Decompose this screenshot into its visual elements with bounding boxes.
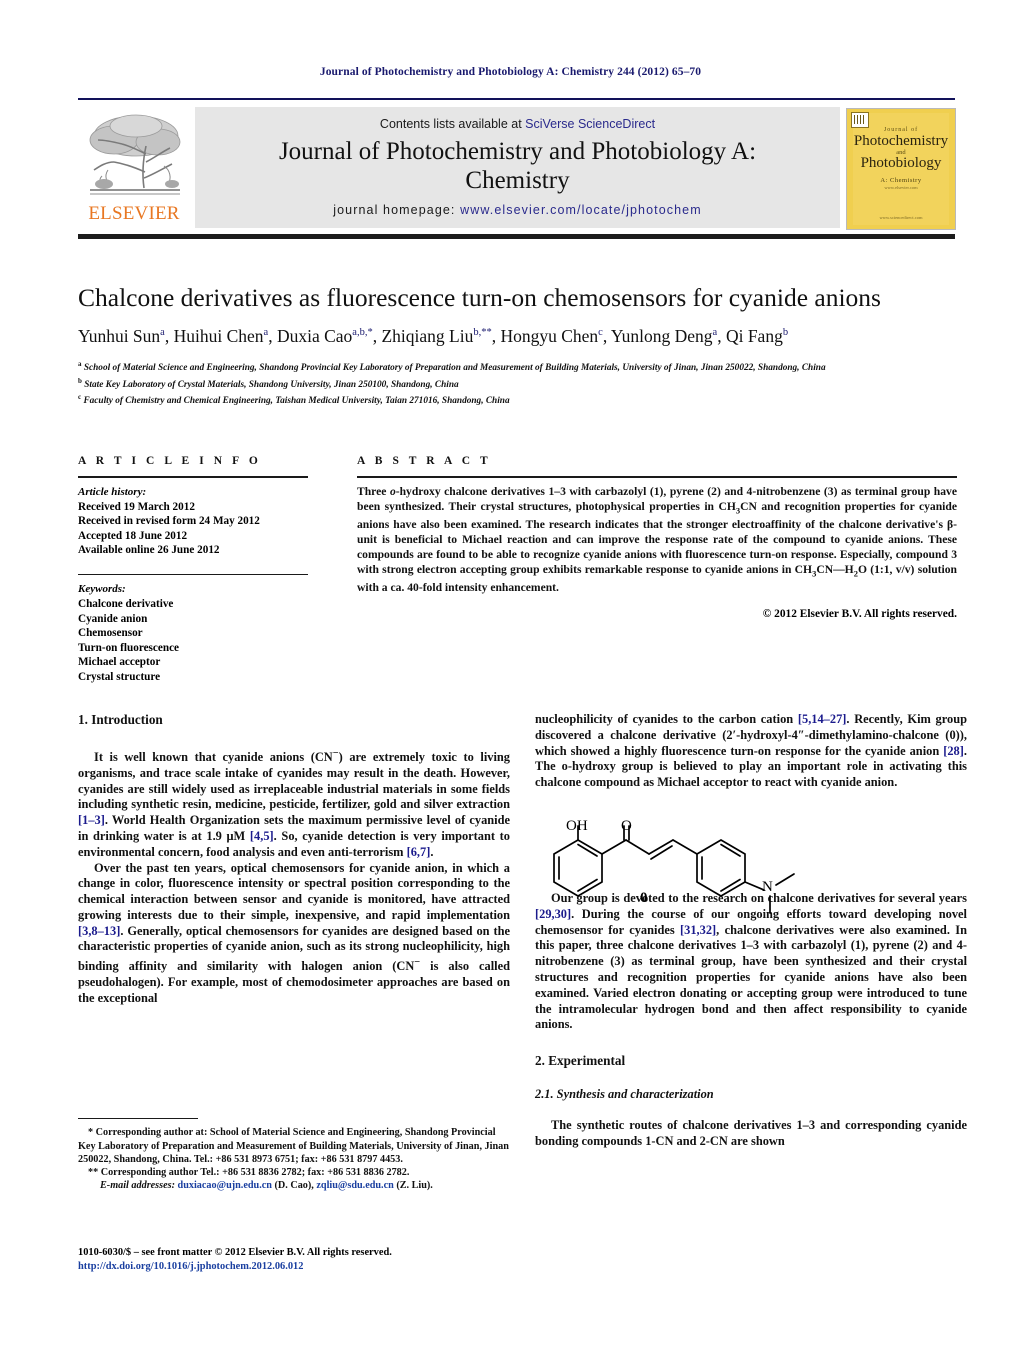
history-item: Available online 26 June 2012 [78, 544, 220, 557]
affiliation-c: c Faculty of Chemistry and Chemical Engi… [78, 391, 958, 408]
label-compound-0: 0 [640, 890, 648, 906]
abstract-heading: A B S T R A C T [357, 455, 492, 467]
paragraph: Over the past ten years, optical chemose… [78, 860, 511, 1006]
history-item: Received in revised form 24 May 2012 [78, 515, 260, 528]
running-head: Journal of Photochemistry and Photobiolo… [319, 66, 702, 78]
cover-subtitle: A: Chemistry [880, 177, 922, 184]
subsection-heading-synthesis: 2.1. Synthesis and characterization [535, 1086, 714, 1101]
history-item: Received 19 March 2012 [78, 500, 195, 513]
elsevier-logo: ELSEVIER [80, 110, 188, 228]
keywords-label: Keywords: [78, 583, 126, 596]
cover-elsevier-mark-icon [851, 112, 869, 128]
abstract-rule [357, 476, 957, 478]
journal-title-line1: Journal of Photochemistry and Photobiolo… [278, 138, 757, 165]
elsevier-wordmark: ELSEVIER [88, 203, 180, 224]
doi-link[interactable]: http://dx.doi.org/10.1016/j.jphotochem.2… [78, 1260, 548, 1274]
corresponding-author-note-2: ** Corresponding author Tel.: +86 531 88… [88, 1167, 410, 1178]
article-info-rule-mid [78, 573, 308, 576]
journal-cover-thumbnail: Journal of Photochemistry and Photobiolo… [846, 108, 956, 230]
cover-title-line2: Photobiology [860, 155, 942, 171]
label-N: N [762, 879, 773, 895]
cover-title-line1: Photochemistry [853, 133, 949, 149]
cover-blurb: www.elsevier.com [884, 185, 918, 190]
affiliation-mark-b: b [78, 376, 82, 385]
page-title: Chalcone derivatives as fluorescence tur… [78, 283, 881, 312]
affiliation-c-text: Faculty of Chemistry and Chemical Engine… [83, 396, 510, 407]
journal-homepage-line: journal homepage: www.elsevier.com/locat… [195, 203, 840, 217]
article-info-rule-top [78, 476, 308, 478]
contents-line: Contents lists available at SciVerse Sci… [195, 117, 840, 131]
journal-title-line2: Chemistry [465, 167, 570, 194]
masthead-band: Contents lists available at SciVerse Sci… [195, 107, 840, 228]
footnote-rule [78, 1118, 198, 1120]
homepage-url-link[interactable]: www.elsevier.com/locate/jphotochem [460, 203, 702, 217]
email-addresses-note: E-mail addresses: duxiacao@ujn.edu.cn (D… [100, 1180, 433, 1192]
history-item: Accepted 18 June 2012 [78, 529, 188, 542]
label-O: O [621, 818, 632, 834]
affiliation-b-text: State Key Laboratory of Crystal Material… [84, 379, 459, 390]
article-info-heading: A R T I C L E I N F O [78, 455, 262, 467]
journal-masthead: ELSEVIER Contents lists available at Sci… [78, 98, 956, 239]
info-gap [78, 558, 308, 574]
paragraph: The synthetic routes of chalcone derivat… [535, 1117, 967, 1148]
affiliation-a: a School of Material Science and Enginee… [78, 358, 958, 375]
chemical-structure-figure: OH O 0 N [536, 818, 826, 916]
issn-footer: 1010-6030/$ – see front matter © 2012 El… [78, 1246, 548, 1274]
affiliation-b: b State Key Laboratory of Crystal Materi… [78, 375, 958, 392]
keywords-block: Keywords: Chalcone derivative Cyanide an… [78, 582, 308, 684]
article-page: Journal of Photochemistry and Photobiolo… [0, 0, 1021, 1351]
footnotes-block: * Corresponding author at: School of Mat… [78, 1118, 510, 1192]
issn-line: 1010-6030/$ – see front matter © 2012 El… [78, 1247, 392, 1258]
article-history: Article history: Received 19 March 2012 … [78, 485, 308, 558]
keyword-item: Chalcone derivative [78, 598, 174, 611]
keyword-item: Crystal structure [78, 671, 161, 684]
section-heading-introduction: 1. Introduction [78, 712, 163, 727]
affiliation-mark-c: c [78, 393, 82, 401]
journal-title: Journal of Photochemistry and Photobiolo… [215, 137, 820, 195]
article-history-label: Article history: [78, 486, 147, 498]
paragraph: It is well known that cyanide anions (CN… [78, 747, 511, 859]
homepage-prefix: journal homepage: [333, 203, 461, 217]
chalcone-structure-diagram: OH O 0 N [553, 818, 795, 914]
affiliation-mark-a: a [78, 360, 82, 368]
keyword-item: Turn-on fluorescence [78, 641, 179, 654]
keyword-item: Michael acceptor [78, 656, 161, 669]
masthead-bottom-rule [78, 234, 955, 239]
affiliations: a School of Material Science and Enginee… [78, 358, 958, 408]
elsevier-tree-icon [89, 114, 181, 195]
section-heading-experimental: 2. Experimental [535, 1053, 626, 1069]
sciencedirect-link[interactable]: SciVerse ScienceDirect [525, 117, 655, 131]
label-OH: OH [566, 818, 588, 834]
masthead-top-rule [78, 98, 955, 100]
author-list: Yunhui Suna, Huihui Chena, Duxia Caoa,b,… [78, 325, 789, 346]
body-column-right: nucleophilicity of cyanides to the carbo… [535, 712, 967, 1149]
abstract-box: A B S T R A C T Three o-hydroxy chalcone… [357, 455, 957, 620]
cover-footer: www.sciencedirect.com [879, 215, 923, 220]
corresponding-author-note-1: * Corresponding author at: School of Mat… [78, 1127, 509, 1165]
contents-prefix: Contents lists available at [379, 117, 526, 131]
affiliation-a-text: School of Material Science and Engineeri… [83, 363, 826, 374]
abstract-copyright: © 2012 Elsevier B.V. All rights reserved… [762, 607, 957, 620]
article-info-box: A R T I C L E I N F O Article history: R… [78, 455, 308, 685]
keyword-item: Cyanide anion [78, 612, 148, 625]
body-column-left: 1. Introduction It is well known that cy… [78, 712, 510, 1007]
keyword-item: Chemosensor [78, 627, 143, 640]
paragraph: nucleophilicity of cyanides to the carbo… [535, 712, 967, 790]
abstract-text: Three o-hydroxy chalcone derivatives 1–3… [357, 485, 957, 595]
